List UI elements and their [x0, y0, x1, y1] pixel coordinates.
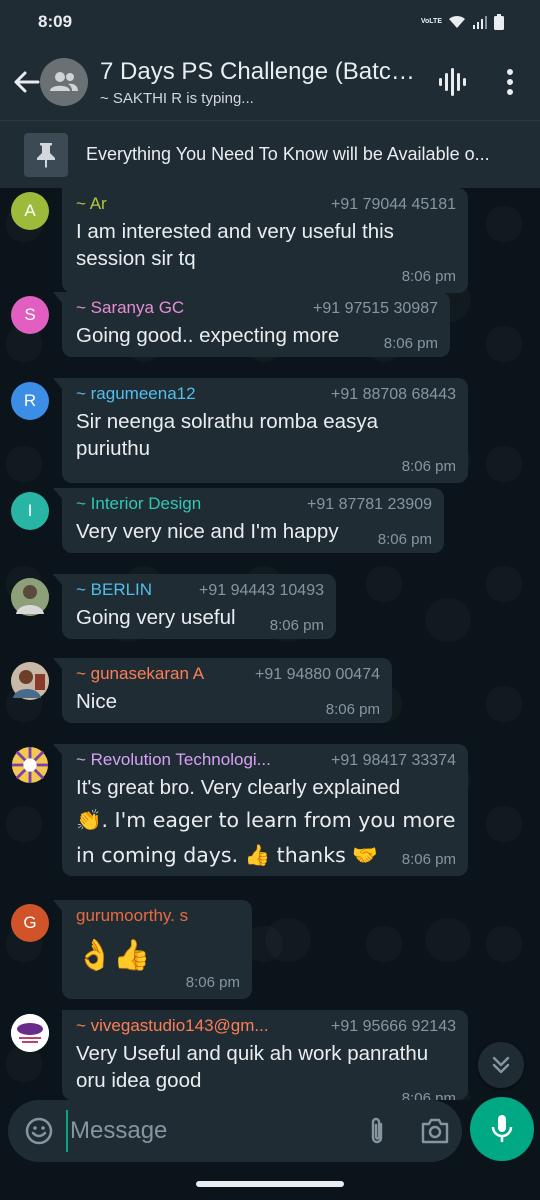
- avatar[interactable]: [11, 746, 49, 784]
- voice-chat-icon[interactable]: [432, 62, 472, 102]
- message-text: I am interested and very useful this ses…: [76, 220, 394, 270]
- pin-icon: [24, 132, 68, 177]
- message-text-content: Very very nice and I'm happy: [76, 520, 339, 543]
- status-icons: VoLTE: [421, 14, 504, 30]
- message-bubble[interactable]: ~ BERLIN +91 94443 10493 Going very usefu…: [53, 574, 336, 639]
- group-title: 7 Days PS Challenge (Batch...: [100, 57, 420, 85]
- header-text[interactable]: 7 Days PS Challenge (Batch... ~ SAKTHI R…: [100, 58, 420, 107]
- message-time: 8:06 pm: [269, 617, 324, 634]
- group-avatar[interactable]: [40, 58, 88, 106]
- profile-photo-icon: [11, 662, 49, 700]
- profile-photo-icon: [11, 578, 49, 616]
- paperclip-icon: [371, 1117, 383, 1144]
- emoji-button[interactable]: [22, 1114, 56, 1148]
- message-text: Going good.. expecting more 8:06 pm: [76, 322, 438, 352]
- more-options-icon[interactable]: [492, 62, 528, 102]
- message-bubble[interactable]: ~ vivegastudio143@gm... +91 95666 92143 V…: [62, 1010, 468, 1100]
- message-text-content: Nice: [76, 690, 118, 713]
- avatar[interactable]: S: [11, 296, 49, 334]
- sender-phone: +91 98417 33374: [330, 752, 456, 769]
- message-text-content: Going very useful: [76, 606, 236, 629]
- sender-phone: +91 88708 68443: [330, 386, 456, 403]
- avatar-initial: G: [23, 913, 37, 932]
- chat-header: 7 Days PS Challenge (Batch... ~ SAKTHI R…: [0, 44, 540, 120]
- avatar[interactable]: G: [11, 904, 49, 942]
- double-chevron-down-icon: [492, 1056, 510, 1074]
- sender-name[interactable]: ~ vivegastudio143@gm...: [76, 1016, 269, 1036]
- avatar[interactable]: [11, 1014, 49, 1052]
- message-bubble[interactable]: ~ Interior Design +91 87781 23909 Very ve…: [53, 488, 444, 553]
- message-time: 8:06 pm: [377, 531, 432, 548]
- chat-area[interactable]: A ~ Ar +91 79044 45181 I am interested an…: [0, 188, 540, 1100]
- message-time: 8:06 pm: [325, 701, 380, 718]
- message-text: Very Useful and quik ah work panrathu or…: [76, 1042, 429, 1092]
- message-time: 8:06 pm: [383, 335, 438, 352]
- message-bubble[interactable]: ~ Ar +91 79044 45181 I am interested and …: [62, 188, 468, 293]
- message-text: Sir neenga solrathu romba easya puriuthu: [76, 410, 378, 460]
- message-text: Nice 8:06 pm: [76, 688, 380, 718]
- sender-name[interactable]: ~ gunasekaran A: [76, 664, 204, 684]
- message-text: 👌👍: [76, 938, 151, 973]
- sender-name[interactable]: ~ Saranya GC: [76, 298, 184, 318]
- sender-name[interactable]: ~ Revolution Technologi...: [76, 750, 271, 770]
- wifi-icon: [449, 15, 465, 28]
- sender-name[interactable]: ~ BERLIN: [76, 580, 152, 600]
- pinned-message-text: Everything You Need To Know will be Avai…: [86, 144, 490, 164]
- message-input-pill: [8, 1100, 462, 1162]
- message-time: 8:06 pm: [185, 974, 240, 991]
- sender-name[interactable]: ~ ragumeena12: [76, 384, 196, 404]
- gesture-nav-handle[interactable]: [196, 1181, 344, 1187]
- logo-icon: [11, 746, 49, 784]
- message-text: Very very nice and I'm happy 8:06 pm: [76, 518, 432, 548]
- message-text-content: Going good.. expecting more: [76, 324, 340, 347]
- avatar[interactable]: A: [11, 192, 49, 230]
- avatar[interactable]: I: [11, 492, 49, 530]
- sender-phone: +91 79044 45181: [330, 196, 456, 213]
- message-text-line-2: 👏. I'm eager to learn from you more: [76, 808, 456, 832]
- message-bubble[interactable]: ~ Revolution Technologi... +91 98417 3337…: [53, 744, 468, 876]
- sender-name[interactable]: ~ Ar: [76, 194, 107, 214]
- sender-phone: +91 87781 23909: [306, 496, 432, 513]
- emoji-icon: [25, 1117, 53, 1145]
- typing-indicator: ~ SAKTHI R is typing...: [100, 89, 254, 107]
- avatar-initial: A: [24, 201, 36, 220]
- camera-button[interactable]: [414, 1112, 456, 1150]
- signal-icon: [473, 16, 487, 29]
- attach-button[interactable]: [358, 1112, 396, 1150]
- message-bubble[interactable]: ~ ragumeena12 +91 88708 68443 Sir neenga …: [53, 378, 468, 483]
- voice-message-button[interactable]: [470, 1097, 534, 1161]
- sender-phone: +91 94880 00474: [254, 666, 380, 683]
- avatar-initial: R: [23, 391, 37, 410]
- avatar-initial: I: [27, 501, 33, 520]
- message-bubble[interactable]: ~ Saranya GC +91 97515 30987 Going good..…: [53, 292, 450, 357]
- camera-icon: [421, 1118, 449, 1144]
- sender-name[interactable]: ~ Interior Design: [76, 494, 201, 514]
- volte-icon: VoLTE: [420, 18, 442, 25]
- message-text-line-1: It's great bro. Very clearly explained: [76, 776, 401, 799]
- microphone-icon: [491, 1115, 513, 1142]
- message-text: Going very useful 8:06 pm: [76, 604, 324, 634]
- avatar[interactable]: R: [11, 382, 49, 420]
- message-bubble[interactable]: ~ gunasekaran A +91 94880 00474 Nice 8:06 …: [53, 658, 392, 723]
- sender-phone: +91 97515 30987: [312, 300, 438, 317]
- sender-phone: +91 94443 10493: [198, 582, 324, 599]
- pinned-message-bar[interactable]: Everything You Need To Know will be Avai…: [0, 120, 540, 188]
- group-icon: [50, 72, 78, 91]
- scroll-to-bottom-button[interactable]: [478, 1042, 524, 1088]
- message-bubble[interactable]: gurumoorthy. s 👌👍 8:06 pm: [53, 900, 252, 999]
- avatar[interactable]: [11, 662, 49, 700]
- status-time: 8:09: [38, 12, 73, 31]
- avatar[interactable]: [11, 578, 49, 616]
- battery-icon: [494, 14, 504, 30]
- sender-name[interactable]: gurumoorthy. s: [76, 906, 188, 926]
- studio-logo-icon: [11, 1014, 49, 1052]
- message-input[interactable]: [66, 1110, 346, 1152]
- sender-phone: +91 95666 92143: [330, 1018, 456, 1035]
- status-bar: 8:09 VoLTE: [0, 0, 540, 44]
- avatar-initial: S: [24, 305, 36, 324]
